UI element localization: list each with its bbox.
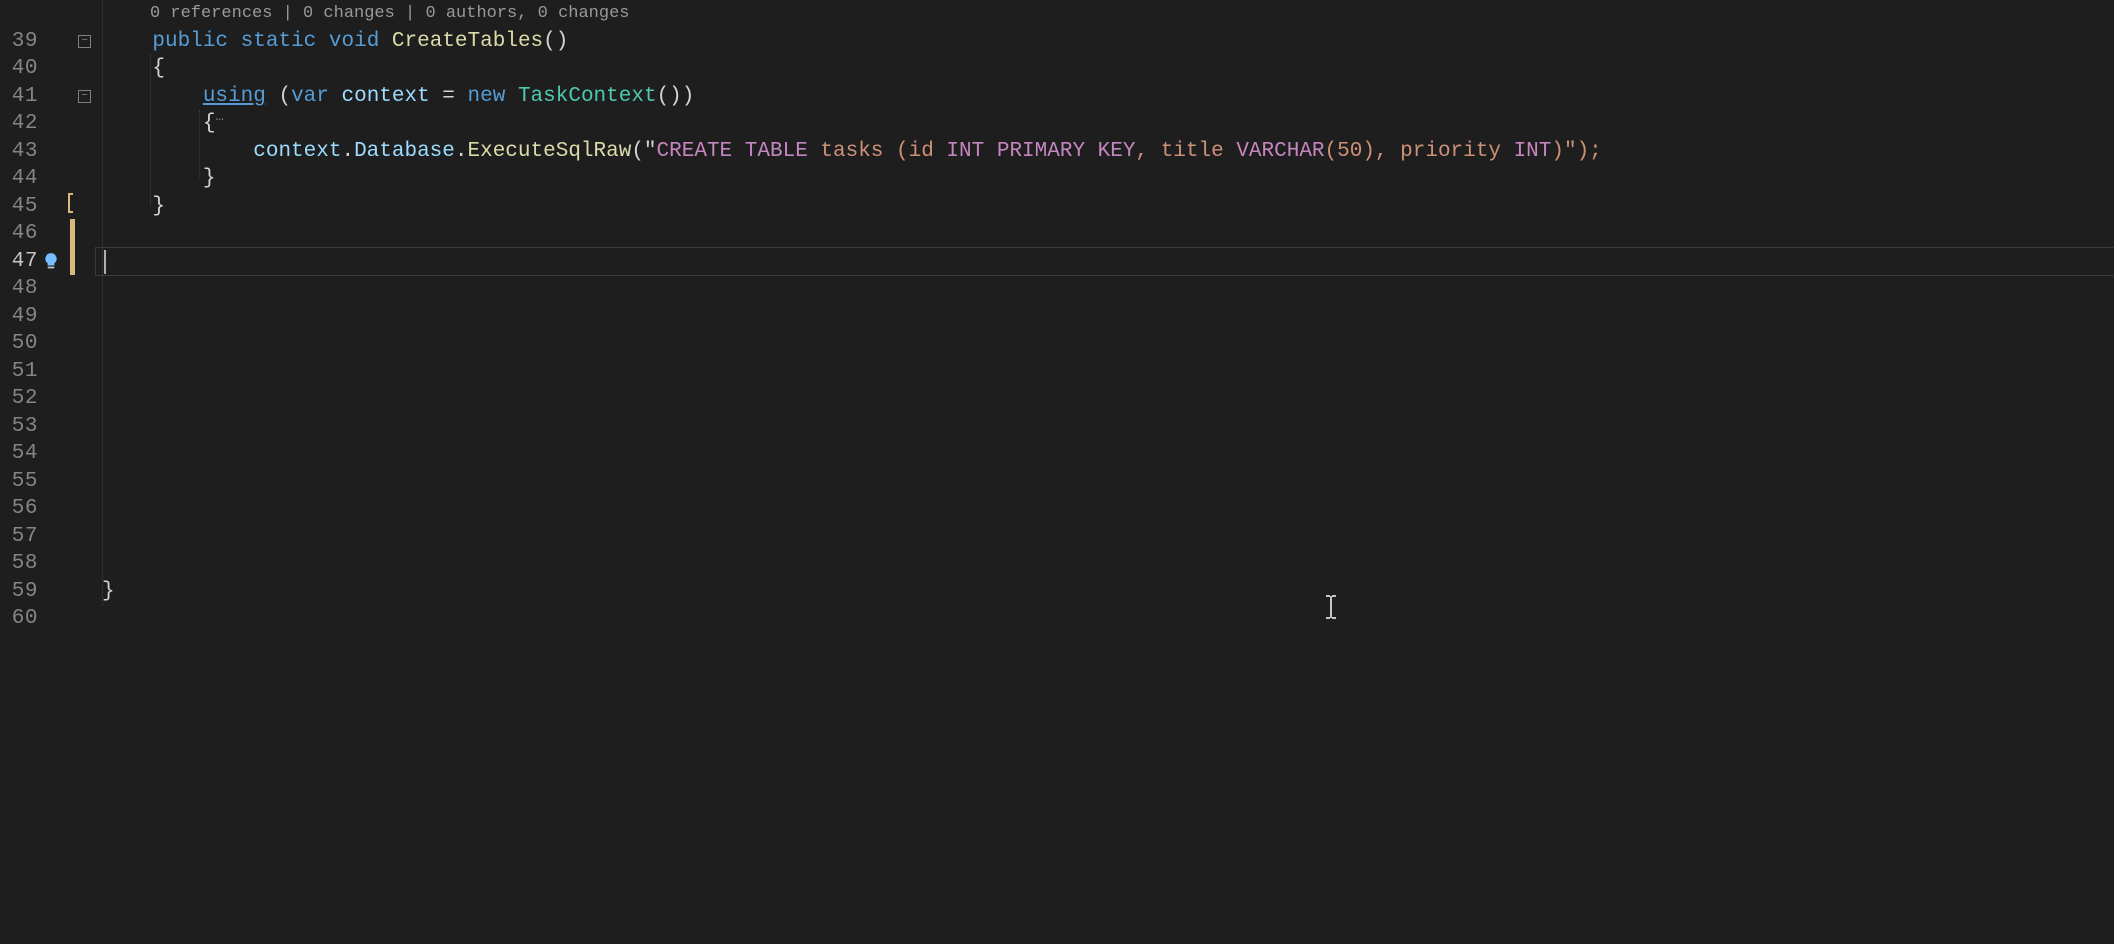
parens: () <box>543 30 568 53</box>
sql-keyword: TABLE <box>745 140 808 163</box>
code-line[interactable] <box>96 550 2114 578</box>
keyword: void <box>329 30 379 53</box>
code-line[interactable]: context.Database.ExecuteSqlRaw("CREATE T… <box>96 138 2114 166</box>
method-name: CreateTables <box>392 30 543 53</box>
ellipsis-icon: … <box>215 109 223 125</box>
string: , title <box>1135 140 1236 163</box>
keyword: using <box>203 85 266 108</box>
line-numbers: 3940414243444546474849505152535455565758… <box>12 0 38 633</box>
line-number: 46 <box>12 220 38 248</box>
line-number: 53 <box>12 413 38 441</box>
code-line[interactable] <box>96 523 2114 551</box>
line-number: 52 <box>12 385 38 413</box>
line-number: 49 <box>12 303 38 331</box>
code-line[interactable]: } <box>96 578 2114 606</box>
paren: ( <box>278 85 291 108</box>
line-number: 40 <box>12 55 38 83</box>
keyword: static <box>241 30 317 53</box>
sql-keyword: PRIMARY <box>997 140 1085 163</box>
string-end: )"); <box>1551 140 1601 163</box>
code-line[interactable] <box>96 385 2114 413</box>
variable: context <box>253 140 341 163</box>
codelens-text[interactable]: 0 references | 0 changes | 0 authors, 0 … <box>96 0 2114 28</box>
code-line[interactable] <box>96 248 2114 276</box>
code-line[interactable]: { <box>96 55 2114 83</box>
line-number: 54 <box>12 440 38 468</box>
sql-keyword: INT <box>946 140 984 163</box>
line-number: 56 <box>12 495 38 523</box>
code-line[interactable] <box>96 303 2114 331</box>
class-name: TaskContext <box>518 85 657 108</box>
code-line[interactable] <box>96 605 2114 633</box>
code-line[interactable]: public static void CreateTables() <box>96 28 2114 56</box>
brace: } <box>152 195 165 218</box>
line-number: 60 <box>12 605 38 633</box>
code-line[interactable] <box>96 495 2114 523</box>
code-line[interactable] <box>96 358 2114 386</box>
change-indicator <box>70 219 75 275</box>
sql-keyword: VARCHAR <box>1236 140 1324 163</box>
code-area[interactable]: 0 references | 0 changes | 0 authors, 0 … <box>96 0 2114 944</box>
code-line[interactable]: {… <box>96 110 2114 138</box>
gutter: 3940414243444546474849505152535455565758… <box>0 0 96 944</box>
line-number: 59 <box>12 578 38 606</box>
brace: } <box>102 580 115 603</box>
code-editor[interactable]: 3940414243444546474849505152535455565758… <box>0 0 2114 944</box>
code-line[interactable] <box>96 330 2114 358</box>
parens: ()) <box>657 85 695 108</box>
fold-toggle-icon[interactable] <box>78 35 91 48</box>
keyword: public <box>152 30 228 53</box>
line-number: 39 <box>12 28 38 56</box>
code-line[interactable] <box>96 440 2114 468</box>
method-name: ExecuteSqlRaw <box>468 140 632 163</box>
string: (50), priority <box>1325 140 1514 163</box>
code-line[interactable] <box>96 220 2114 248</box>
sql-keyword: CREATE <box>657 140 733 163</box>
line-number: 51 <box>12 358 38 386</box>
code-line[interactable]: } <box>96 165 2114 193</box>
dot: . <box>455 140 468 163</box>
code-line[interactable] <box>96 413 2114 441</box>
property: Database <box>354 140 455 163</box>
line-number: 41 <box>12 83 38 111</box>
code-line[interactable]: } <box>96 193 2114 221</box>
line-number: 47 <box>12 248 38 276</box>
dot: . <box>341 140 354 163</box>
code-line[interactable]: using (var context = new TaskContext()) <box>96 83 2114 111</box>
line-number: 57 <box>12 523 38 551</box>
sql-keyword: INT <box>1514 140 1552 163</box>
operator: = <box>430 85 468 108</box>
line-number: 42 <box>12 110 38 138</box>
keyword: new <box>468 85 506 108</box>
lightbulb-icon[interactable] <box>42 252 60 270</box>
change-bracket <box>68 193 73 213</box>
line-number: 55 <box>12 468 38 496</box>
string: tasks (id <box>808 140 947 163</box>
code-line[interactable] <box>96 275 2114 303</box>
line-number: 45 <box>12 193 38 221</box>
line-number: 44 <box>12 165 38 193</box>
brace: { <box>203 112 216 135</box>
line-number: 58 <box>12 550 38 578</box>
code-line[interactable] <box>96 468 2114 496</box>
line-number: 50 <box>12 330 38 358</box>
line-number: 48 <box>12 275 38 303</box>
line-number: 43 <box>12 138 38 166</box>
brace: { <box>152 57 165 80</box>
variable: context <box>341 85 429 108</box>
paren-quote: (" <box>631 140 656 163</box>
sql-keyword: KEY <box>1098 140 1136 163</box>
fold-toggle-icon[interactable] <box>78 90 91 103</box>
keyword: var <box>291 85 329 108</box>
brace: } <box>203 167 216 190</box>
